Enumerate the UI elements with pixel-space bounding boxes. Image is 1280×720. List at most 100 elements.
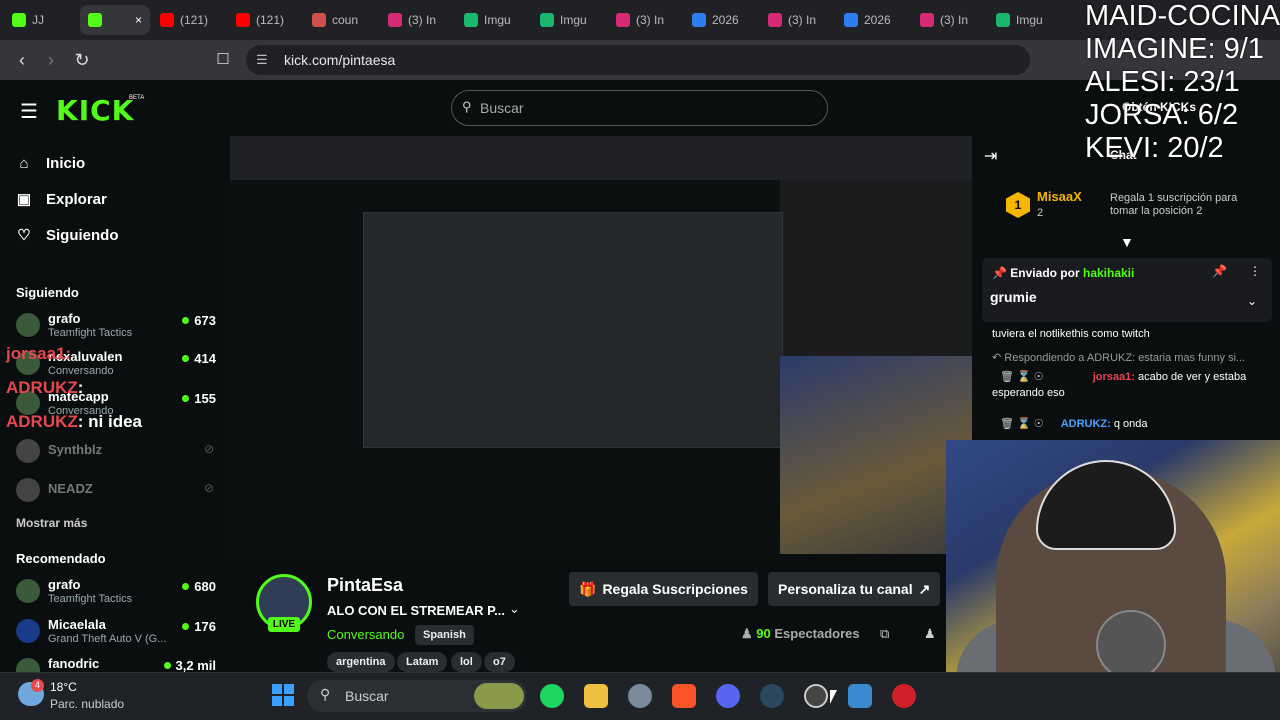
mod-icons: 🗑 ⌛ ☉ bbox=[1000, 371, 1044, 383]
collapse-chat-icon[interactable]: ⇥ bbox=[984, 146, 997, 166]
reply-icon: ↶ bbox=[992, 352, 1002, 364]
tab-favicon-icon bbox=[88, 13, 102, 27]
show-more-link[interactable]: Mostrar más bbox=[16, 516, 87, 530]
forward-icon[interactable]: › bbox=[39, 48, 63, 72]
browser-tab[interactable]: JJ bbox=[4, 5, 78, 35]
expand-icon[interactable]: ⌄ bbox=[1247, 294, 1257, 308]
logo-beta: BETA bbox=[129, 95, 145, 101]
gift-subs-button[interactable]: 🎁 Regala Suscripciones bbox=[569, 572, 758, 606]
browser-tab[interactable]: (3) In bbox=[760, 5, 834, 35]
customize-channel-button[interactable]: Personaliza tu canal ↗ bbox=[768, 572, 941, 606]
mod-icons: 🗑 ⌛ ☉ bbox=[1000, 418, 1044, 430]
browser-tab[interactable]: Imgu bbox=[532, 5, 606, 35]
stream-tag[interactable]: Latam bbox=[397, 652, 448, 672]
notepad-icon[interactable] bbox=[848, 684, 872, 708]
viewers-icon: ♟ bbox=[741, 626, 753, 641]
overlay-line: ALESI: 23/1 bbox=[1085, 66, 1240, 98]
browser-tab[interactable]: × bbox=[80, 5, 150, 35]
avatar bbox=[16, 439, 40, 463]
app-icon[interactable] bbox=[892, 684, 916, 708]
top-donor-count: 2 bbox=[1037, 207, 1044, 219]
tab-title: (3) In bbox=[788, 13, 817, 27]
browser-tab[interactable]: 2026 bbox=[684, 5, 758, 35]
overlay-line: IMAGINE: 9/1 bbox=[1085, 33, 1264, 65]
brave-browser-icon[interactable] bbox=[672, 684, 696, 708]
steam-icon[interactable] bbox=[760, 684, 784, 708]
follow-icon[interactable]: ♟ bbox=[924, 626, 936, 642]
obs-icon[interactable] bbox=[804, 684, 828, 708]
spotify-icon[interactable] bbox=[540, 684, 564, 708]
following-channel-offline[interactable]: Synthblz ⊘ bbox=[16, 435, 216, 469]
recommended-channel[interactable]: fanodric 3,2 mil bbox=[16, 654, 216, 672]
stream-tag[interactable]: lol bbox=[451, 652, 482, 672]
nav-browse[interactable]: ▣ Explorar bbox=[16, 191, 107, 208]
browser-tab[interactable]: (3) In bbox=[380, 5, 454, 35]
tab-favicon-icon bbox=[388, 13, 402, 27]
browser-tab[interactable]: (3) In bbox=[608, 5, 682, 35]
channel-game: Grand Theft Auto V (G... bbox=[48, 633, 167, 645]
following-channel[interactable]: grafo Teamfight Tactics 673 bbox=[16, 309, 216, 343]
browser-tab[interactable]: (3) In bbox=[912, 5, 986, 35]
stream-tag[interactable]: o7 bbox=[484, 652, 515, 672]
nav-home[interactable]: ⌂ Inicio bbox=[16, 155, 85, 172]
following-channel-offline[interactable]: NEADZ ⊘ bbox=[16, 474, 216, 508]
following-title: Siguiendo bbox=[16, 285, 79, 300]
overlay-chat-line: ADRUKZ: ni idea bbox=[6, 412, 143, 431]
url-text[interactable]: kick.com/pintaesa bbox=[284, 52, 395, 68]
avatar bbox=[16, 313, 40, 337]
avatar bbox=[16, 658, 40, 672]
stream-category[interactable]: Conversando bbox=[327, 627, 404, 642]
chevron-down-icon[interactable]: ⌄ bbox=[509, 601, 520, 617]
stream-tag[interactable]: argentina bbox=[327, 652, 395, 672]
discord-icon[interactable] bbox=[716, 684, 740, 708]
browser-tab[interactable]: coun bbox=[304, 5, 378, 35]
tab-title: coun bbox=[332, 13, 359, 27]
overlay-chat-line: ADRUKZ: bbox=[6, 378, 84, 397]
share-icon[interactable]: ⧉ bbox=[880, 626, 889, 642]
menu-icon[interactable]: ☰ bbox=[20, 99, 38, 124]
customize-channel-label: Personaliza tu canal bbox=[778, 581, 913, 597]
overlay-chat-line: jorsaa1: bbox=[6, 344, 72, 363]
chevron-down-icon[interactable]: ▼ bbox=[1120, 234, 1134, 250]
nav-following[interactable]: ♡ Siguiendo bbox=[16, 227, 118, 244]
kick-logo[interactable]: KICK bbox=[56, 94, 134, 127]
back-icon[interactable]: ‹ bbox=[10, 48, 34, 72]
search-placeholder: Buscar bbox=[480, 100, 524, 116]
channel-viewers: 155 bbox=[182, 391, 216, 406]
browser-tab[interactable]: Imgu bbox=[988, 5, 1062, 35]
video-player[interactable] bbox=[230, 136, 972, 554]
pinned-text: grumie bbox=[990, 289, 1037, 305]
tab-favicon-icon bbox=[236, 13, 250, 27]
channel-viewers: 3,2 mil bbox=[164, 658, 216, 672]
file-explorer-icon[interactable] bbox=[584, 684, 608, 708]
tab-favicon-icon bbox=[464, 13, 478, 27]
recommended-channel[interactable]: grafo Teamfight Tactics 680 bbox=[16, 575, 216, 609]
settings-icon[interactable] bbox=[628, 684, 652, 708]
channel-name: grafo bbox=[48, 577, 81, 592]
overlay-line: KEVI: 20/2 bbox=[1085, 132, 1224, 164]
close-tab-icon[interactable]: × bbox=[135, 13, 142, 27]
bookmark-icon[interactable]: ☐ bbox=[211, 48, 235, 72]
chat-message: 🗑 ⌛ ☉ jorsaa1: acabo de ver y estaba esp… bbox=[992, 371, 1247, 399]
unpin-icon[interactable]: 📌 bbox=[1212, 264, 1227, 278]
streamer-name[interactable]: PintaEsa bbox=[327, 575, 403, 596]
browser-tab[interactable]: Imgu bbox=[456, 5, 530, 35]
home-icon: ⌂ bbox=[19, 154, 29, 172]
pinned-by: 📌 Enviado por hakihakii bbox=[992, 266, 1135, 280]
top-donor-name[interactable]: MisaaX bbox=[1037, 189, 1082, 204]
more-options-icon[interactable]: ⋮ bbox=[1249, 264, 1261, 278]
channel-game: Conversando bbox=[48, 365, 114, 377]
channel-viewers: 414 bbox=[182, 351, 216, 366]
recommended-channel[interactable]: Micaelala Grand Theft Auto V (G... 176 bbox=[16, 615, 216, 649]
notification-badge: 4 bbox=[31, 679, 44, 692]
weather-temp: 18°C bbox=[50, 680, 77, 694]
avatar bbox=[16, 478, 40, 502]
windows-start-icon[interactable] bbox=[272, 684, 294, 706]
browser-tab[interactable]: (121) bbox=[152, 5, 226, 35]
site-info-icon[interactable]: ☰ bbox=[256, 52, 268, 68]
webcam-beanie bbox=[1036, 460, 1176, 550]
browser-tab[interactable]: 2026 bbox=[836, 5, 910, 35]
viewer-count: ♟ 90 Espectadores bbox=[741, 626, 860, 641]
browser-tab[interactable]: (121) bbox=[228, 5, 302, 35]
reload-icon[interactable]: ↻ bbox=[70, 48, 94, 72]
